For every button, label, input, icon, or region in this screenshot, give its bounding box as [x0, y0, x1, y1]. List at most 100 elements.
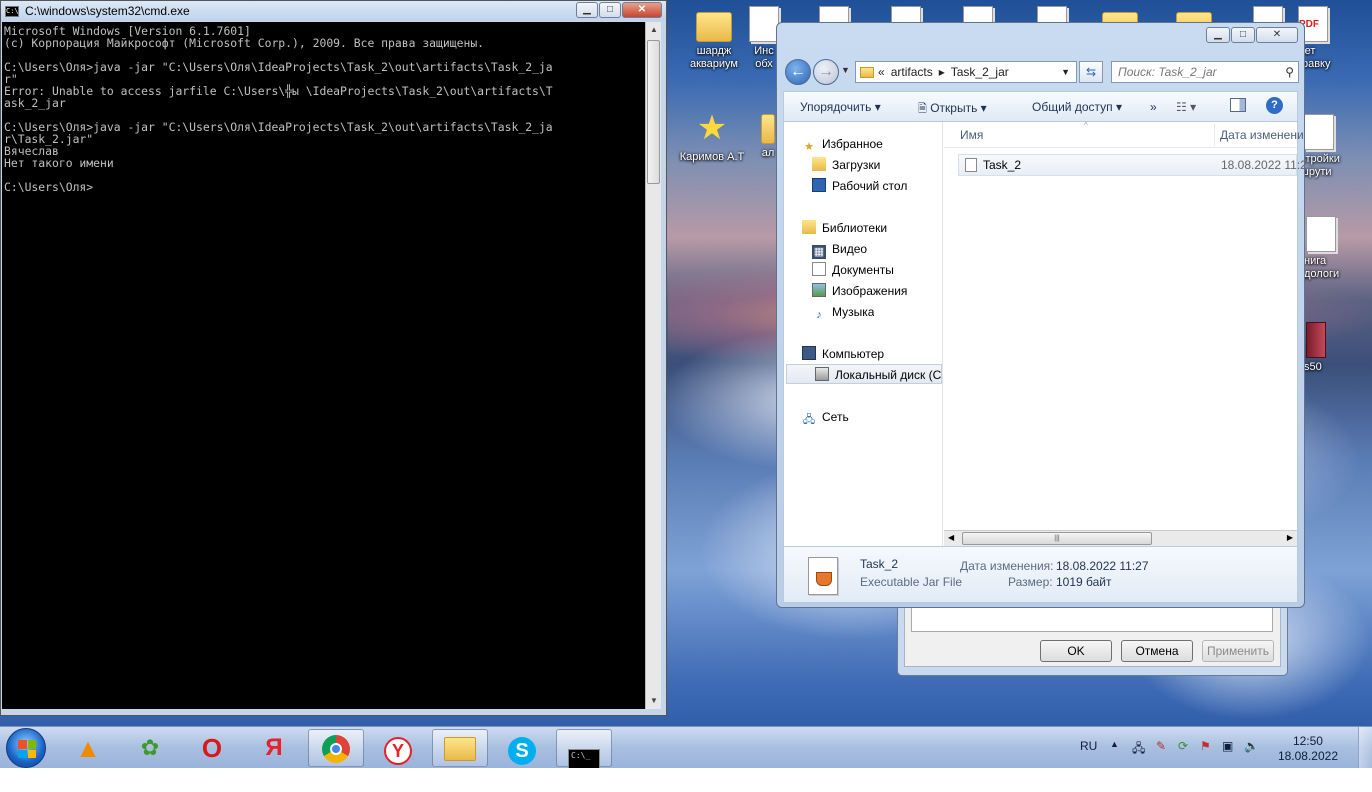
scroll-thumb[interactable]: [647, 40, 660, 184]
console-line: C:\Users\Оля>: [4, 180, 94, 194]
column-header-name[interactable]: Имя: [960, 128, 983, 142]
nav-item-video[interactable]: ▦ Видео: [812, 239, 867, 259]
nav-item-local-disk[interactable]: Локальный диск (C: [786, 364, 942, 384]
cmd-titlebar[interactable]: C:\ C:\windows\system32\cmd.exe: [1, 1, 666, 21]
nav-item-favorites[interactable]: ★ Избранное: [802, 134, 883, 154]
recent-pages-dropdown-icon[interactable]: ▼: [841, 65, 850, 75]
breadcrumb-separator-icon[interactable]: ▸: [939, 65, 945, 79]
documents-icon: [812, 262, 826, 276]
show-desktop-button[interactable]: [1358, 727, 1372, 769]
game-icon[interactable]: ✿: [122, 729, 178, 767]
sort-indicator-icon: ^: [1084, 121, 1088, 130]
console-output[interactable]: Microsoft Windows [Version 6.1.7601] (c) …: [2, 22, 645, 709]
nav-label: Загрузки: [832, 158, 881, 172]
cmd-window[interactable]: C:\ C:\windows\system32\cmd.exe ▁ □ ✕ Mi…: [0, 0, 667, 716]
share-button[interactable]: Общий доступ ▾: [1032, 100, 1122, 114]
horizontal-scrollbar[interactable]: ◀ ||| ▶: [944, 530, 1297, 546]
desktop-icon-s50[interactable]: s50: [1304, 322, 1372, 374]
downloads-folder-icon: [812, 157, 826, 171]
breadcrumb-overflow[interactable]: «: [878, 65, 885, 79]
desktop-icon-book[interactable]: нига дологи: [1304, 216, 1372, 281]
chrome-icon[interactable]: [308, 729, 364, 767]
file-list-pane[interactable]: Имя ^ Дата изменени Task_2 18.08.2022 11…: [944, 121, 1307, 546]
show-hidden-icons-icon[interactable]: ▲: [1110, 739, 1119, 749]
clock[interactable]: 12:50 18.08.2022: [1278, 734, 1338, 764]
search-icon[interactable]: ⚲: [1285, 62, 1294, 82]
refresh-icon[interactable]: ⇆: [1079, 61, 1103, 83]
yandex-browser-icon[interactable]: Y: [370, 729, 426, 767]
folder-icon: [696, 12, 732, 42]
cancel-button[interactable]: Отмена: [1121, 640, 1193, 662]
volume-icon[interactable]: 🔈: [1244, 739, 1259, 753]
ok-button[interactable]: OK: [1040, 640, 1112, 662]
file-date: 18.08.2022 11:2: [1221, 158, 1307, 172]
minimize-button[interactable]: ▁: [1206, 27, 1230, 43]
close-button[interactable]: ✕: [1256, 27, 1298, 43]
breadcrumb-task-2-jar[interactable]: Task_2_jar: [951, 65, 1009, 79]
nav-item-downloads[interactable]: Загрузки: [812, 155, 880, 175]
cmd-scrollbar[interactable]: ▲ ▼: [645, 22, 661, 709]
address-dropdown-icon[interactable]: ▼: [1061, 67, 1070, 77]
minimize-button[interactable]: ▁: [576, 2, 598, 18]
nav-item-music[interactable]: ♪ Музыка: [812, 302, 874, 322]
details-file-type: Executable Jar File: [860, 575, 963, 589]
nav-label: Избранное: [822, 137, 883, 151]
scroll-right-arrow-icon[interactable]: ▶: [1287, 533, 1293, 542]
details-date-label: Дата изменения:: [960, 559, 1054, 573]
scroll-up-arrow-icon[interactable]: ▲: [646, 22, 662, 38]
desktop-icon-folder-a[interactable]: ал: [758, 108, 778, 160]
address-bar[interactable]: « artifacts ▸ Task_2_jar ▼: [855, 61, 1077, 83]
nav-item-libraries[interactable]: Библиотеки: [802, 218, 887, 238]
skype-icon[interactable]: S: [494, 729, 550, 767]
breadcrumb-artifacts[interactable]: artifacts: [891, 65, 933, 79]
file-row[interactable]: Task_2 18.08.2022 11:2: [958, 154, 1307, 176]
search-input[interactable]: Поиск: Task_2_jar ⚲: [1111, 61, 1299, 83]
yandex-icon[interactable]: Я: [246, 729, 302, 767]
explorer-window[interactable]: ▁ □ ✕ ← → ▼ « artifacts ▸ Task_2_jar ▼ ⇆…: [776, 22, 1307, 608]
back-arrow-icon[interactable]: ←: [785, 59, 811, 85]
close-button[interactable]: ✕: [622, 2, 662, 18]
update-icon[interactable]: ⟳: [1178, 739, 1188, 753]
network-status-icon[interactable]: 🖧: [1132, 739, 1145, 760]
desktop-icon-karimov[interactable]: ★ Каримов А.Т: [676, 108, 748, 164]
desktop-icon-folder-aquarium[interactable]: шардж аквариум: [678, 6, 750, 71]
desktop-icon-settings[interactable]: стройки шрути: [1300, 114, 1372, 179]
start-button[interactable]: [6, 728, 46, 768]
nav-label: Документы: [832, 263, 894, 277]
search-placeholder: Поиск: Task_2_jar: [1118, 65, 1217, 79]
forward-arrow-icon[interactable]: →: [813, 59, 839, 85]
view-options-icon[interactable]: ☷ ▾: [1176, 100, 1196, 114]
nav-item-computer[interactable]: Компьютер: [802, 344, 884, 364]
desktop-icon-pdf[interactable]: PDF ответ правку: [1288, 6, 1372, 71]
cmd-icon[interactable]: C:\_: [556, 729, 612, 771]
language-indicator[interactable]: RU: [1080, 739, 1097, 753]
open-button[interactable]: 🗎 Открыть ▾: [918, 100, 987, 119]
device-icon[interactable]: ▣: [1222, 739, 1233, 753]
jar-file-icon: [965, 158, 977, 172]
nav-label: Рабочий стол: [832, 179, 908, 193]
maximize-button[interactable]: □: [599, 2, 621, 18]
navigation-pane: ★ Избранное Загрузки Рабочий стол Библиот…: [784, 122, 943, 546]
nav-item-documents[interactable]: Документы: [812, 260, 894, 280]
organize-button[interactable]: Упорядочить ▾: [800, 100, 881, 114]
nav-item-images[interactable]: Изображения: [812, 281, 907, 301]
apply-button[interactable]: Применить: [1202, 640, 1274, 662]
scroll-thumb[interactable]: |||: [962, 532, 1152, 545]
maximize-button[interactable]: □: [1231, 27, 1255, 43]
scroll-left-arrow-icon[interactable]: ◀: [948, 533, 954, 542]
action-center-icon[interactable]: ⚑: [1200, 739, 1211, 753]
preview-pane-icon[interactable]: [1230, 98, 1246, 112]
column-divider[interactable]: [1214, 124, 1215, 146]
nav-item-network[interactable]: 🖧 Сеть: [802, 407, 849, 427]
opera-icon[interactable]: O: [184, 729, 240, 767]
column-header-date[interactable]: Дата изменени: [1220, 128, 1304, 142]
taskbar: ▲ ✿ O Я Y S C:\_ RU ▲ 🖧 ✎ ⟳ ⚑ ▣ 🔈 12:50 …: [0, 726, 1372, 771]
explorer-icon[interactable]: [432, 729, 488, 767]
more-commands-button[interactable]: »: [1150, 100, 1157, 114]
screen-bottom-strip: [0, 768, 1372, 792]
tray-app-icon[interactable]: ✎: [1156, 739, 1166, 753]
help-icon[interactable]: ?: [1266, 97, 1283, 114]
nav-item-desktop[interactable]: Рабочий стол: [812, 176, 907, 196]
vlc-icon[interactable]: ▲: [60, 729, 116, 767]
scroll-down-arrow-icon[interactable]: ▼: [646, 693, 662, 709]
